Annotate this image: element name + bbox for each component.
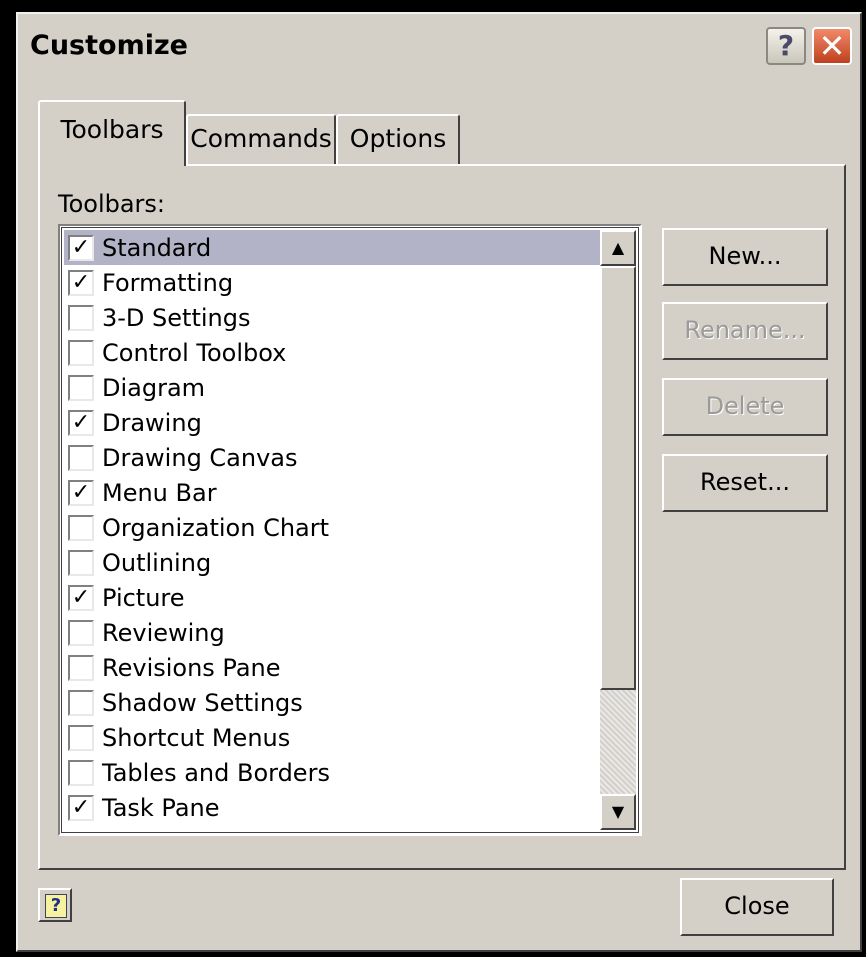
list-item-label: Standard — [102, 233, 212, 262]
checked-checkbox-icon[interactable]: ✓ — [68, 794, 94, 821]
tab-commands-label: Commands — [190, 124, 332, 153]
scrollbar-thumb[interactable] — [600, 266, 636, 690]
toolbars-tab-panel: Toolbars: ✓ Standard ✓ Formatting 3-D Settin… — [38, 164, 846, 870]
list-item[interactable]: Tables and Borders — [64, 755, 604, 790]
list-item[interactable]: ✓ Standard — [64, 230, 604, 265]
list-item-label: Menu Bar — [102, 478, 217, 507]
list-item[interactable]: Control Toolbox — [64, 335, 604, 370]
list-item-label: Diagram — [102, 373, 206, 402]
list-item-label: Revisions Pane — [102, 653, 281, 682]
list-item[interactable]: Shadow Settings — [64, 685, 604, 720]
close-icon[interactable]: ✕ — [812, 27, 852, 65]
checkbox-icon[interactable] — [68, 654, 94, 681]
tab-commands[interactable]: Commands — [186, 114, 336, 164]
customize-dialog: Customize ? ✕ Toolbars Commands Options … — [16, 12, 862, 952]
checkbox-icon[interactable] — [68, 759, 94, 786]
list-item[interactable]: ✓ Picture — [64, 580, 604, 615]
checked-checkbox-icon[interactable]: ✓ — [68, 269, 94, 296]
tab-toolbars[interactable]: Toolbars — [38, 100, 186, 166]
checked-checkbox-icon[interactable]: ✓ — [68, 479, 94, 506]
checkbox-icon[interactable] — [68, 304, 94, 331]
list-item-label: Shortcut Menus — [102, 723, 291, 752]
list-item[interactable]: ✓ Task Pane — [64, 790, 604, 825]
toolbars-list-items: ✓ Standard ✓ Formatting 3-D Settings Control … — [64, 230, 604, 825]
checked-checkbox-icon[interactable]: ✓ — [68, 584, 94, 611]
list-item[interactable]: Shortcut Menus — [64, 720, 604, 755]
list-item[interactable]: Diagram — [64, 370, 604, 405]
help-question-icon: ? — [45, 894, 67, 918]
list-item-label: Reviewing — [102, 618, 225, 647]
tab-options[interactable]: Options — [336, 114, 460, 164]
help-icon[interactable]: ? — [766, 27, 806, 65]
toolbars-listbox[interactable]: ✓ Standard ✓ Formatting 3-D Settings Control … — [58, 224, 642, 836]
tab-options-label: Options — [349, 124, 447, 153]
list-item-label: Picture — [102, 583, 185, 612]
list-item-label: 3-D Settings — [102, 303, 251, 332]
close-button[interactable]: Close — [680, 878, 834, 936]
tab-toolbars-label: Toolbars — [60, 115, 164, 144]
list-item-label: Tables and Borders — [102, 758, 330, 787]
title-bar[interactable]: Customize ? ✕ — [18, 14, 860, 72]
list-item-label: Drawing — [102, 408, 202, 437]
checked-checkbox-icon[interactable]: ✓ — [68, 409, 94, 436]
delete-button[interactable]: Delete — [662, 378, 828, 436]
list-item[interactable]: Reviewing — [64, 615, 604, 650]
reset-button[interactable]: Reset... — [662, 454, 828, 512]
list-item[interactable]: ✓ Drawing — [64, 405, 604, 440]
checkbox-icon[interactable] — [68, 514, 94, 541]
list-item-label: Control Toolbox — [102, 338, 287, 367]
rename-button[interactable]: Rename... — [662, 302, 828, 360]
checkbox-icon[interactable] — [68, 549, 94, 576]
list-item[interactable]: Organization Chart — [64, 510, 604, 545]
list-item-label: Outlining — [102, 548, 212, 577]
list-item-label: Task Pane — [102, 793, 220, 822]
help-button[interactable]: ? — [38, 888, 72, 922]
scroll-up-arrow-icon[interactable]: ▲ — [600, 230, 636, 266]
list-item-label: Shadow Settings — [102, 688, 303, 717]
checkbox-icon[interactable] — [68, 374, 94, 401]
dialog-title: Customize — [30, 30, 188, 61]
vertical-scrollbar[interactable]: ▲ ▼ — [600, 230, 636, 830]
list-item-label: Drawing Canvas — [102, 443, 298, 472]
checkbox-icon[interactable] — [68, 619, 94, 646]
list-item[interactable]: ✓ Formatting — [64, 265, 604, 300]
list-item[interactable]: Revisions Pane — [64, 650, 604, 685]
list-item-label: Organization Chart — [102, 513, 330, 542]
toolbars-list-label: Toolbars: — [58, 190, 166, 218]
list-item[interactable]: Outlining — [64, 545, 604, 580]
checkbox-icon[interactable] — [68, 444, 94, 471]
checkbox-icon[interactable] — [68, 689, 94, 716]
checkbox-icon[interactable] — [68, 724, 94, 751]
checkbox-icon[interactable] — [68, 339, 94, 366]
scroll-down-arrow-icon[interactable]: ▼ — [600, 794, 636, 830]
checked-checkbox-icon[interactable]: ✓ — [68, 234, 94, 261]
list-item[interactable]: ✓ Menu Bar — [64, 475, 604, 510]
new-button[interactable]: New... — [662, 228, 828, 286]
list-item[interactable]: 3-D Settings — [64, 300, 604, 335]
list-item-label: Formatting — [102, 268, 234, 297]
list-item[interactable]: Drawing Canvas — [64, 440, 604, 475]
